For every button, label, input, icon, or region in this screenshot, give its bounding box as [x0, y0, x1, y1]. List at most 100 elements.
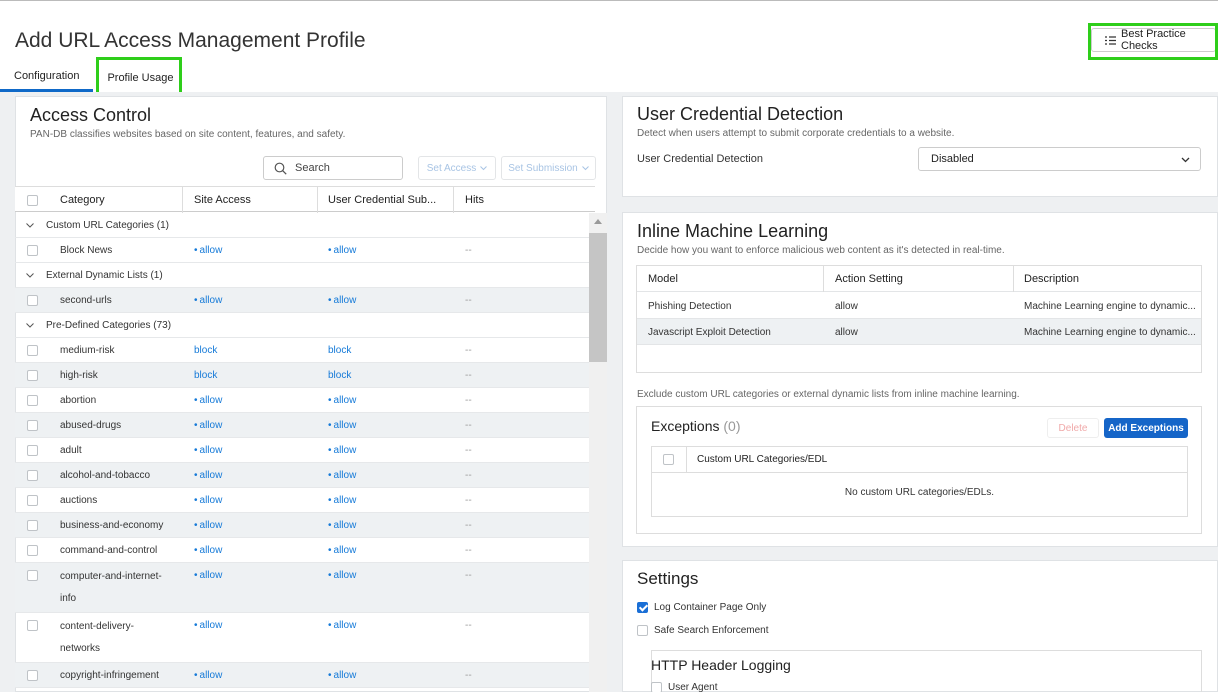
row-checkbox[interactable] — [27, 363, 38, 388]
user-credential-value[interactable]: • allow — [328, 538, 356, 563]
action-setting[interactable]: allow — [835, 319, 858, 345]
row-checkbox[interactable] — [27, 238, 38, 263]
row-checkbox[interactable] — [27, 513, 38, 538]
row-checkbox[interactable] — [27, 538, 38, 563]
site-access-value[interactable]: • allow — [194, 488, 222, 513]
user-credential-value[interactable]: • allow — [328, 613, 356, 638]
column-user-credential[interactable]: User Credential Sub... — [328, 187, 436, 213]
user-credential-value[interactable]: • allow — [328, 663, 356, 688]
group-row[interactable]: Pre-Defined Categories (73) — [15, 313, 589, 338]
table-row[interactable]: high-risk block block -- — [15, 363, 589, 388]
user-credential-value[interactable]: • allow — [328, 288, 356, 313]
allow-dot-icon: • — [194, 670, 198, 681]
table-row[interactable]: abused-drugs • allow • allow -- — [15, 413, 589, 438]
user-credential-value: Disabled — [931, 153, 974, 165]
user-credential-value[interactable]: • allow — [328, 413, 356, 438]
column-site-access[interactable]: Site Access — [194, 187, 251, 213]
table-row[interactable]: second-urls • allow • allow -- — [15, 288, 589, 313]
site-access-value[interactable]: • allow — [194, 463, 222, 488]
site-access-value[interactable]: • allow — [194, 663, 222, 688]
table-row[interactable]: Javascript Exploit Detection allow Machi… — [637, 319, 1201, 345]
column-action-setting[interactable]: Action Setting — [835, 266, 903, 292]
row-checkbox[interactable] — [27, 438, 38, 463]
user-credential-value[interactable]: • allow — [328, 388, 356, 413]
site-access-value[interactable]: • allow — [194, 438, 222, 463]
chevron-down-icon[interactable] — [26, 263, 34, 288]
safe-search-checkbox[interactable]: Safe Search Enforcement — [637, 623, 769, 637]
table-row[interactable]: content-delivery-networks • allow • allow -… — [15, 613, 589, 663]
user-credential-value[interactable]: • allow — [328, 488, 356, 513]
action-setting[interactable]: allow — [835, 293, 858, 319]
site-access-value[interactable]: • allow — [194, 413, 222, 438]
set-submission-label: Set Submission — [508, 162, 578, 174]
checkbox-icon[interactable] — [637, 624, 648, 636]
column-model[interactable]: Model — [648, 266, 678, 292]
exceptions-select-all-checkbox[interactable] — [663, 454, 674, 465]
user-credential-value[interactable]: • allow — [328, 238, 356, 263]
log-container-checkbox[interactable]: Log Container Page Only — [637, 600, 766, 614]
row-checkbox[interactable] — [27, 388, 38, 413]
table-row[interactable]: alcohol-and-tobacco • allow • allow -- — [15, 463, 589, 488]
tab-configuration[interactable]: Configuration — [0, 63, 94, 92]
chevron-down-icon[interactable] — [26, 313, 34, 338]
allow-dot-icon: • — [328, 570, 332, 581]
user-credential-select[interactable]: Disabled — [918, 147, 1201, 171]
table-row[interactable]: computer-and-internet-info • allow • allow… — [15, 563, 589, 613]
site-access-value[interactable]: • allow — [194, 538, 222, 563]
table-row[interactable]: copyright-infringement • allow • allow -- — [15, 663, 589, 688]
row-checkbox[interactable] — [27, 463, 38, 488]
user-credential-value[interactable]: • allow — [328, 563, 356, 588]
tab-profile-usage[interactable]: Profile Usage — [93, 63, 187, 92]
site-access-value[interactable]: block — [194, 363, 217, 388]
group-row[interactable]: Custom URL Categories (1) — [15, 213, 589, 238]
column-hits[interactable]: Hits — [465, 187, 484, 213]
hits-value: -- — [465, 495, 472, 506]
user-credential-value[interactable]: block — [328, 363, 351, 388]
table-row[interactable]: Phishing Detection allow Machine Learnin… — [637, 293, 1201, 319]
column-category[interactable]: Category — [60, 187, 105, 213]
set-submission-dropdown[interactable]: Set Submission — [501, 156, 596, 180]
select-all-checkbox[interactable] — [27, 187, 38, 213]
table-row[interactable]: medium-risk block block -- — [15, 338, 589, 363]
table-row[interactable]: adult • allow • allow -- — [15, 438, 589, 463]
search-input[interactable]: Search — [263, 156, 403, 180]
table-row[interactable]: command-and-control • allow • allow -- — [15, 538, 589, 563]
row-checkbox[interactable] — [27, 338, 38, 363]
user-credential-value[interactable]: • allow — [328, 463, 356, 488]
row-checkbox[interactable] — [27, 613, 38, 638]
table-row[interactable]: abortion • allow • allow -- — [15, 388, 589, 413]
group-row[interactable]: External Dynamic Lists (1) — [15, 263, 589, 288]
user-credential-value[interactable]: • allow — [328, 513, 356, 538]
site-access-value[interactable]: • allow — [194, 388, 222, 413]
chevron-down-icon[interactable] — [26, 213, 34, 238]
row-checkbox[interactable] — [27, 488, 38, 513]
category-name: second-urls — [60, 295, 112, 306]
set-access-dropdown[interactable]: Set Access — [418, 156, 496, 180]
row-checkbox[interactable] — [27, 413, 38, 438]
row-checkbox[interactable] — [27, 663, 38, 688]
column-custom-url-categories[interactable]: Custom URL Categories/EDL — [697, 454, 827, 465]
table-row[interactable]: auctions • allow • allow -- — [15, 488, 589, 513]
table-row[interactable]: Block News • allow • allow -- — [15, 238, 589, 263]
scrollbar-thumb[interactable] — [589, 233, 607, 362]
best-practice-checks-button[interactable]: Best Practice Checks — [1091, 28, 1216, 52]
table-row[interactable]: business-and-economy • allow • allow -- — [15, 513, 589, 538]
scroll-up-icon[interactable] — [594, 219, 602, 224]
user-credential-value[interactable]: block — [328, 338, 351, 363]
model-name: Phishing Detection — [648, 300, 732, 312]
delete-button[interactable]: Delete — [1047, 418, 1099, 438]
site-access-value[interactable]: • allow — [194, 513, 222, 538]
site-access-value[interactable]: • allow — [194, 288, 222, 313]
user-credential-value[interactable]: • allow — [328, 438, 356, 463]
column-description[interactable]: Description — [1024, 266, 1079, 292]
checkbox-checked-icon[interactable] — [637, 601, 648, 613]
site-access-value[interactable]: block — [194, 338, 217, 363]
site-access-value[interactable]: • allow — [194, 563, 222, 588]
site-access-value[interactable]: • allow — [194, 613, 222, 638]
row-checkbox[interactable] — [27, 563, 38, 588]
add-exceptions-button[interactable]: Add Exceptions — [1104, 418, 1188, 438]
user-agent-checkbox[interactable]: User Agent — [651, 680, 717, 692]
checkbox-icon[interactable] — [651, 681, 662, 692]
row-checkbox[interactable] — [27, 288, 38, 313]
site-access-value[interactable]: • allow — [194, 238, 222, 263]
